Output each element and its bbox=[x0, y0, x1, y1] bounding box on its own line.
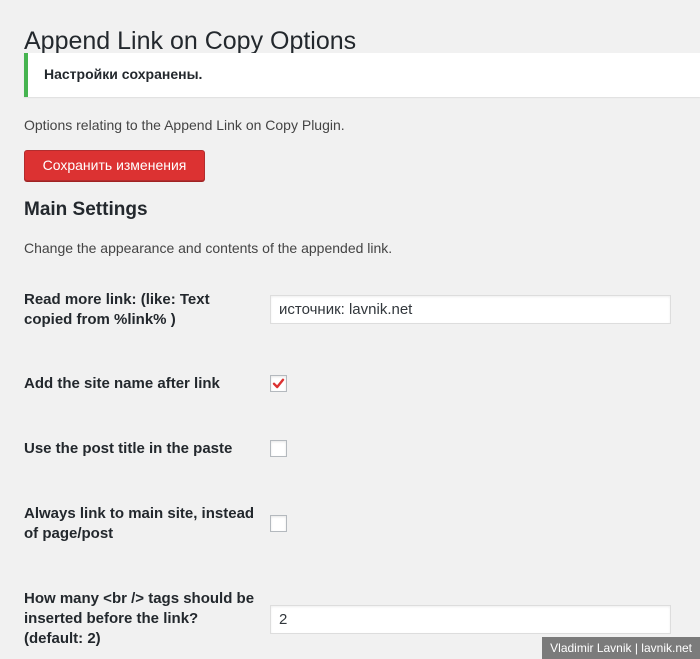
page-title: Append Link on Copy Options bbox=[24, 26, 357, 55]
checkmark-icon bbox=[272, 378, 285, 389]
post-title-checkbox[interactable] bbox=[270, 440, 287, 457]
read-more-label: Read more link: (like: Text copied from … bbox=[24, 291, 210, 328]
settings-saved-notice: Настройки сохранены. bbox=[24, 53, 700, 97]
read-more-input[interactable] bbox=[270, 295, 671, 324]
main-settings-description: Change the appearance and contents of th… bbox=[24, 240, 393, 256]
plugin-description: Options relating to the Append Link on C… bbox=[24, 117, 345, 133]
main-site-checkbox[interactable] bbox=[270, 515, 287, 532]
main-settings-title: Main Settings bbox=[24, 199, 148, 220]
notice-text: Настройки сохранены. bbox=[44, 66, 203, 82]
save-changes-button[interactable]: Сохранить изменения bbox=[24, 150, 205, 181]
br-tags-input[interactable] bbox=[270, 605, 671, 634]
main-site-label: Always link to main site, instead of pag… bbox=[24, 505, 255, 542]
watermark: Vladimir Lavnik | lavnik.net bbox=[542, 637, 700, 659]
post-title-label: Use the post title in the paste bbox=[24, 440, 233, 457]
site-name-label: Add the site name after link bbox=[24, 375, 220, 392]
br-tags-label: How many <br /> tags should be inserted … bbox=[24, 590, 255, 647]
site-name-checkbox[interactable] bbox=[270, 375, 287, 392]
